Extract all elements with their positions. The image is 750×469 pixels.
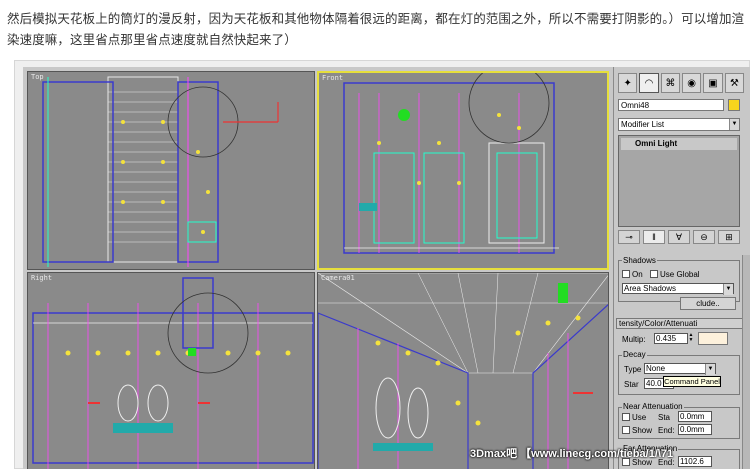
watermark: 3Dmax吧 【www.linecg.com/tieba/1/\71 [470, 448, 674, 460]
exclude-button[interactable]: clude.. [680, 297, 736, 310]
remove-modifier-icon[interactable]: ⊖ [693, 230, 715, 244]
shadows-title: Shadows [622, 256, 657, 265]
decay-start-label: Star [624, 380, 639, 389]
checkbox[interactable] [622, 270, 630, 278]
command-panel-tooltip: Command Panel [663, 376, 721, 387]
top-wireframe [42, 76, 279, 267]
near-attenuation-title: Near Attenuation [622, 402, 684, 411]
viewport-label: Camera01 [321, 274, 355, 282]
command-panel-tabs: ✦ ◠ ⌘ ◉ ▣ ⚒ [618, 73, 744, 95]
viewport-label: Front [322, 74, 344, 82]
display-icon[interactable]: ▣ [703, 73, 723, 93]
light-color-swatch[interactable] [698, 332, 728, 345]
checkbox[interactable] [622, 413, 630, 421]
near-show-label: Show [632, 426, 653, 435]
decay-type-label: Type [624, 365, 642, 374]
command-panel: ✦ ◠ ⌘ ◉ ▣ ⚒ Omni48 Modifier List ▼ Omni … [613, 67, 750, 469]
shadow-type-dropdown[interactable]: Area Shadows ▼ [622, 283, 734, 295]
near-end-label: End: [658, 426, 675, 435]
stack-tools: ⊸ ‖ ∀ ⊖ ⊞ [618, 230, 740, 246]
show-end-result-icon[interactable]: ‖ [643, 230, 665, 244]
near-end-field[interactable]: 0.0mm [678, 424, 712, 435]
near-use-checkbox[interactable]: Use [622, 413, 646, 422]
chevron-down-icon: ▼ [705, 364, 715, 375]
near-start-field[interactable]: 0.0mm [678, 411, 712, 422]
make-unique-icon[interactable]: ∀ [668, 230, 690, 244]
create-icon[interactable]: ✦ [618, 73, 638, 93]
decay-title: Decay [622, 350, 647, 359]
utilities-icon[interactable]: ⚒ [724, 73, 744, 93]
max-window: Top Front Right Camera01 ✦ ◠ ⌘ ◉ ▣ ⚒ Omn… [23, 67, 750, 469]
front-wireframe [343, 73, 559, 254]
multiplier-label: Multip: [622, 335, 646, 344]
modifier-list-dropdown[interactable]: Modifier List ▼ [618, 118, 740, 131]
use-global-checkbox[interactable]: Use Global [650, 270, 700, 279]
object-name-field[interactable]: Omni48 [618, 99, 724, 111]
camera-wireframe [318, 273, 608, 469]
viewport-right[interactable]: Right [27, 272, 315, 469]
motion-icon[interactable]: ◉ [681, 73, 702, 93]
article-intro: 然后模拟天花板上的筒灯的漫反射，因为天花板和其他物体隔着很远的距离，都在灯的范围… [7, 11, 745, 47]
configure-sets-icon[interactable]: ⊞ [718, 230, 740, 244]
viewport-front[interactable]: Front [317, 71, 609, 270]
multiplier-field[interactable]: 0.435 [654, 333, 688, 344]
hierarchy-icon[interactable]: ⌘ [660, 73, 680, 93]
modify-icon[interactable]: ◠ [639, 73, 659, 93]
shadows-on-checkbox[interactable]: On [622, 270, 643, 279]
modifier-stack: Omni Light [618, 135, 740, 227]
shadow-type-value: Area Shadows [624, 284, 677, 293]
screenshot-frame: Top Front Right Camera01 ✦ ◠ ⌘ ◉ ▣ ⚒ Omn… [14, 60, 750, 469]
viewport-top[interactable]: Top [27, 71, 315, 270]
far-end-field[interactable]: 1102.6 [678, 456, 712, 467]
stack-item-omni-light[interactable]: Omni Light [621, 138, 737, 150]
decay-group [618, 355, 740, 395]
pin-stack-icon[interactable]: ⊸ [618, 230, 640, 244]
viewport-label: Top [31, 73, 44, 81]
right-wireframe [32, 277, 314, 469]
checkbox[interactable] [622, 426, 630, 434]
decay-type-value: None [646, 364, 666, 373]
use-global-label: Use Global [660, 270, 700, 279]
modifier-list-label: Modifier List [621, 120, 665, 129]
viewport-camera[interactable]: Camera01 [317, 272, 609, 469]
decay-type-dropdown[interactable]: None ▼ [644, 363, 716, 375]
chevron-down-icon: ▼ [729, 119, 739, 130]
checkbox[interactable] [650, 270, 658, 278]
near-use-label: Use [632, 413, 647, 422]
object-color-swatch[interactable] [728, 99, 740, 111]
chevron-down-icon: ▼ [723, 284, 733, 295]
viewport-label: Right [31, 274, 53, 282]
intensity-rollout-header[interactable]: tensity/Color/Attenuati [616, 318, 748, 329]
near-start-label: Sta [658, 413, 671, 422]
near-show-checkbox[interactable]: Show [622, 426, 652, 435]
command-panel-scrollbar[interactable] [742, 255, 750, 469]
shadows-group [618, 260, 740, 302]
multiplier-spinner[interactable]: ▲ ▼ [688, 333, 694, 344]
shadows-on-label: On [632, 270, 643, 279]
